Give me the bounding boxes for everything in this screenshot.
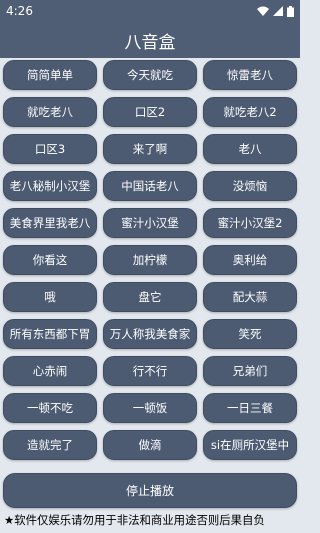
sound-button-label: 老八秘制小汉堡 — [9, 179, 91, 193]
sound-button[interactable]: 一顿不吃 — [3, 393, 97, 423]
sound-button-label: 简简单单 — [27, 68, 73, 82]
sound-button[interactable]: 老八秘制小汉堡 — [3, 171, 97, 201]
sound-button[interactable]: 美食界里我老八 — [3, 208, 97, 238]
sound-button[interactable]: 加柠檬 — [103, 245, 197, 275]
sound-button[interactable]: 就吃老八 — [3, 97, 97, 127]
wifi-icon — [257, 6, 269, 16]
sound-button-label: 加柠檬 — [132, 253, 168, 267]
sound-button[interactable]: 蜜汁小汉堡2 — [203, 208, 297, 238]
sound-button-label: 今天就吃 — [127, 68, 173, 82]
sound-button-label: 惊雷老八 — [227, 68, 273, 82]
sound-button-label: 口区2 — [134, 105, 166, 119]
sound-button-label: 蜜汁小汉堡2 — [217, 216, 283, 230]
sound-button-label: 做滴 — [138, 438, 162, 452]
app-bar: 八音盒 — [0, 22, 300, 58]
sound-button[interactable]: 中国话老八 — [103, 171, 197, 201]
sound-button[interactable]: 一顿饭 — [103, 393, 197, 423]
sound-button[interactable]: 惊雷老八 — [203, 60, 297, 90]
sound-button[interactable]: 盘它 — [103, 282, 197, 312]
sound-button[interactable]: 蜜汁小汉堡 — [103, 208, 197, 238]
sound-button[interactable]: 口区3 — [3, 134, 97, 164]
status-time: 4:26 — [6, 4, 33, 18]
sound-button[interactable]: 兄弟们 — [203, 356, 297, 386]
sound-button-label: 兄弟们 — [232, 364, 268, 378]
sound-button-label: 没烦恼 — [232, 179, 268, 193]
sound-button[interactable]: 老八 — [203, 134, 297, 164]
sound-button-label: 美食界里我老八 — [9, 216, 91, 230]
status-bar: 4:26 — [0, 0, 300, 22]
sound-button-label: 造就完了 — [27, 438, 73, 452]
disclaimer-text: ★软件仅娱乐请勿用于非法和商业用途否则后果自负 — [4, 513, 265, 527]
sound-button-label: 一顿饭 — [132, 401, 168, 415]
sound-button-label: 就吃老八2 — [223, 105, 277, 119]
sound-button-grid: 简简单单 今天就吃 惊雷老八就吃老八 口区2 就吃老八2 口区3 来了啊 老八老八秘制小汉堡 中… — [3, 60, 297, 460]
battery-icon — [287, 5, 294, 17]
sound-button-label: 一顿不吃 — [27, 401, 73, 415]
sound-button-label: 万人称我美食家 — [109, 327, 191, 341]
stop-playback-button[interactable]: 停止播放 — [3, 473, 297, 508]
sound-button-label: 盘它 — [138, 290, 162, 304]
sound-button[interactable]: si在厕所汉堡中 — [203, 430, 297, 460]
sound-button[interactable]: 口区2 — [103, 97, 197, 127]
sound-button[interactable]: 所有东西都下胃 — [3, 319, 97, 349]
sound-button-label: si在厕所汉堡中 — [210, 438, 290, 452]
sound-button-label: 来了啊 — [132, 142, 168, 156]
sound-button-label: 你看这 — [32, 253, 68, 267]
sound-button-label: 中国话老八 — [121, 179, 179, 193]
sound-button-label: 哦 — [44, 290, 56, 304]
sound-button[interactable]: 就吃老八2 — [203, 97, 297, 127]
stop-playback-label: 停止播放 — [125, 484, 174, 498]
sound-button[interactable]: 你看这 — [3, 245, 97, 275]
sound-button-label: 就吃老八 — [27, 105, 73, 119]
sound-button[interactable]: 配大蒜 — [203, 282, 297, 312]
sound-button[interactable]: 做滴 — [103, 430, 197, 460]
sound-button-label: 心赤闹 — [32, 364, 68, 378]
status-icons — [257, 5, 294, 17]
sound-button[interactable]: 简简单单 — [3, 60, 97, 90]
sound-button[interactable]: 万人称我美食家 — [103, 319, 197, 349]
sound-button-label: 配大蒜 — [232, 290, 268, 304]
sound-button[interactable]: 行不行 — [103, 356, 197, 386]
sound-button-label: 奥利给 — [232, 253, 268, 267]
sound-button[interactable]: 奥利给 — [203, 245, 297, 275]
sound-button[interactable]: 一日三餐 — [203, 393, 297, 423]
sound-button-label: 行不行 — [132, 364, 168, 378]
sound-button-label: 笑死 — [238, 327, 262, 341]
sound-button[interactable]: 造就完了 — [3, 430, 97, 460]
signal-icon — [273, 6, 283, 16]
sound-button-label: 口区3 — [34, 142, 66, 156]
sound-button-label: 蜜汁小汉堡 — [121, 216, 179, 230]
sound-button-label: 一日三餐 — [227, 401, 273, 415]
sound-button[interactable]: 没烦恼 — [203, 171, 297, 201]
sound-button[interactable]: 今天就吃 — [103, 60, 197, 90]
sound-button[interactable]: 笑死 — [203, 319, 297, 349]
sound-button[interactable]: 心赤闹 — [3, 356, 97, 386]
sound-button-label: 老八 — [238, 142, 262, 156]
sound-button[interactable]: 来了啊 — [103, 134, 197, 164]
sound-button[interactable]: 哦 — [3, 282, 97, 312]
app-title: 八音盒 — [124, 32, 176, 53]
sound-button-label: 所有东西都下胃 — [9, 327, 91, 341]
